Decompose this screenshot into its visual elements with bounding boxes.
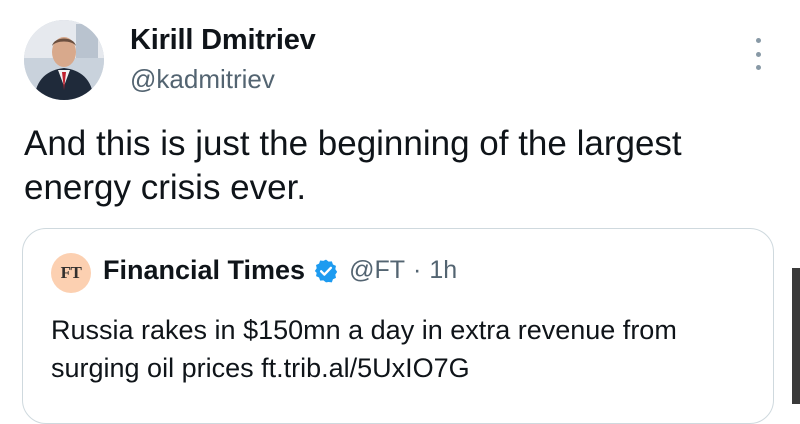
- dot-separator: ·: [413, 256, 422, 284]
- quoted-author-name[interactable]: Financial Times: [103, 255, 305, 286]
- avatar-photo: [24, 20, 104, 100]
- quoted-tweet[interactable]: FT Financial Times @FT · 1h Russia rakes…: [22, 228, 774, 424]
- author-handle[interactable]: @kadmitriev: [130, 64, 275, 95]
- more-options-button[interactable]: [748, 38, 768, 70]
- tweet-text: And this is just the beginning of the la…: [24, 124, 682, 207]
- ft-logo-avatar[interactable]: FT: [51, 253, 91, 293]
- quoted-author-handle[interactable]: @FT: [349, 256, 405, 285]
- tweet-card: Kirill Dmitriev @kadmitriev And this is …: [0, 0, 800, 424]
- avatar[interactable]: [24, 20, 104, 100]
- scrollbar-thumb[interactable]: [792, 268, 800, 404]
- author-name[interactable]: Kirill Dmitriev: [130, 24, 316, 57]
- more-vertical-icon: [755, 38, 761, 43]
- quoted-tweet-time[interactable]: 1h: [429, 256, 457, 285]
- quoted-tweet-header: Financial Times @FT · 1h: [103, 255, 457, 286]
- verified-badge-icon: [313, 258, 339, 284]
- quoted-tweet-text: Russia rakes in $150mn a day in extra re…: [51, 315, 677, 383]
